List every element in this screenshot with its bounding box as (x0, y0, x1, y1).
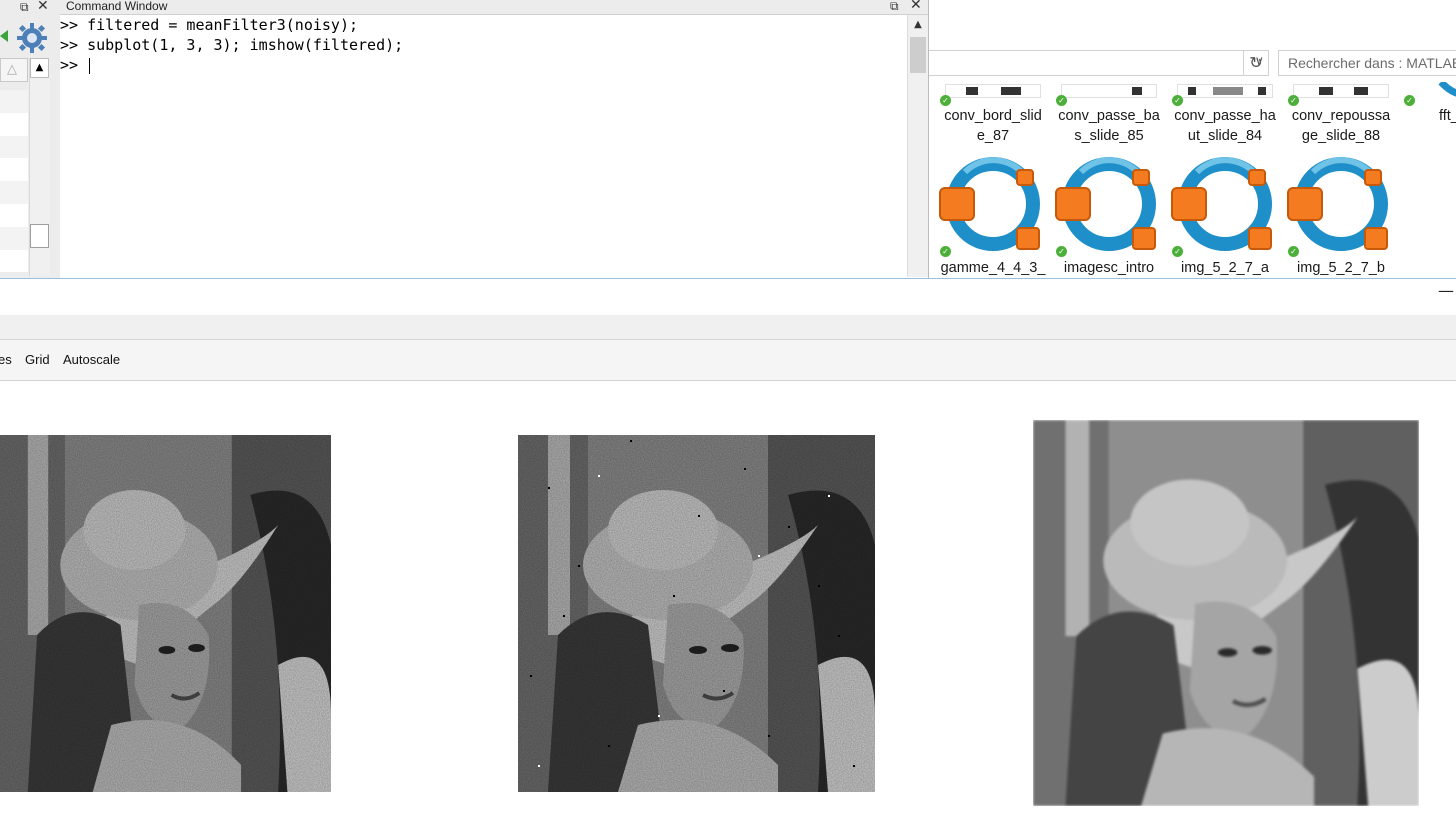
prompt-text: >> (60, 56, 88, 74)
file-thumbnail (1061, 84, 1157, 98)
file-name-line1: conv_passe_ha (1174, 108, 1276, 124)
matlab-file-icon (1287, 157, 1388, 251)
original-image (0, 435, 331, 792)
command-window-title: Command Window (66, 0, 168, 13)
scroll-up-icon[interactable]: ▲ (908, 19, 928, 35)
file-thumbnail (945, 84, 1041, 98)
scroll-up-icon[interactable]: ▲ (30, 58, 49, 78)
autoscale-button[interactable]: Autoscale (63, 352, 120, 367)
undock-icon[interactable]: ⧉ (890, 0, 899, 13)
file-item[interactable]: ✓ fft_4_ (1401, 82, 1456, 126)
command-output[interactable]: >> filtered = meanFilter3(noisy); >> sub… (60, 15, 403, 75)
axes-tab[interactable]: es (0, 352, 12, 367)
file-thumbnail (1293, 84, 1389, 98)
matlab-file-icon (1171, 157, 1272, 251)
check-icon: ✓ (940, 246, 951, 257)
check-icon: ✓ (1056, 246, 1067, 257)
command-scrollbar[interactable]: ▲ (907, 15, 928, 277)
check-icon: ✓ (1172, 246, 1183, 257)
gear-icon[interactable] (16, 22, 48, 54)
file-thumbnail (1177, 84, 1273, 98)
command-line: >> filtered = meanFilter3(noisy); (60, 16, 359, 34)
green-arrow-icon[interactable] (0, 26, 10, 46)
figure-menubar (0, 315, 1456, 340)
refresh-icon[interactable]: ↻ (1243, 50, 1269, 76)
file-name: imagesc_intro (1063, 260, 1155, 276)
check-icon: ✓ (940, 95, 951, 106)
file-name-line1: fft_4_ (1438, 108, 1456, 124)
file-name-line2: ut_slide_84 (1187, 128, 1263, 144)
matlab-file-icon (1438, 82, 1456, 97)
sort-header[interactable]: △ (0, 58, 28, 82)
file-name-line2: s_slide_85 (1074, 128, 1144, 144)
file-item[interactable]: ✓ conv_passe_ha ut_slide_84 (1169, 84, 1281, 146)
grid-button[interactable]: Grid (25, 352, 50, 367)
filtered-image (1033, 420, 1419, 806)
command-line: >> subplot(1, 3, 3); imshow(filtered); (60, 36, 404, 54)
scroll-thumb[interactable] (30, 224, 49, 248)
file-name-line1: conv_passe_ba (1058, 108, 1160, 124)
check-icon: ✓ (1288, 95, 1299, 106)
workspace-rows (0, 90, 28, 273)
file-name-line1: conv_bord_slid (944, 108, 1042, 124)
matlab-file-icon (1055, 157, 1156, 251)
file-item[interactable]: ✓ conv_repoussa ge_slide_88 (1285, 84, 1397, 146)
file-name-line1: conv_repoussa (1291, 108, 1391, 124)
explorer-ribbon (929, 0, 1456, 46)
figure-titlebar: — (0, 279, 1456, 315)
file-name-line2: e_87 (976, 128, 1010, 144)
minimize-button[interactable]: — (1438, 281, 1454, 300)
search-input[interactable]: Rechercher dans : MATLAB (1278, 50, 1456, 76)
file-item[interactable]: ✓ conv_bord_slid e_87 (937, 84, 1049, 146)
text-caret (89, 57, 91, 74)
command-window-titlebar: Command Window ⧉ ✕ (60, 0, 928, 15)
close-icon[interactable]: ✕ (37, 0, 49, 13)
close-icon[interactable]: ✕ (910, 0, 922, 12)
command-prompt-line[interactable]: >> (60, 55, 403, 75)
file-name: img_5_2_7_b (1297, 260, 1385, 276)
undock-icon[interactable]: ⧉ (20, 0, 29, 14)
file-explorer: ∨ ↻ Rechercher dans : MATLAB ✓ conv_bord… (929, 0, 1456, 278)
sort-triangle-icon: △ (7, 62, 17, 77)
figure-canvas[interactable] (0, 381, 1456, 815)
check-icon: ✓ (1056, 95, 1067, 106)
workspace-panel: ⧉ ✕ △ ▲ (0, 0, 61, 278)
matlab-file-icon (939, 157, 1040, 251)
file-name: img_5_2_7_a (1181, 260, 1269, 276)
check-icon: ✓ (1172, 95, 1183, 106)
command-window[interactable]: Command Window ⧉ ✕ >> filtered = meanFil… (60, 0, 929, 278)
scroll-thumb[interactable] (910, 37, 926, 73)
workspace-scrollbar[interactable]: ▲ (29, 58, 50, 276)
file-name: gamme_4_4_3_ (940, 260, 1046, 276)
figure-toolbar: es Grid Autoscale (0, 340, 1456, 381)
check-icon: ✓ (1404, 95, 1415, 106)
file-item[interactable]: ✓ conv_passe_ba s_slide_85 (1053, 84, 1165, 146)
address-bar[interactable]: ∨ (929, 50, 1269, 76)
check-icon: ✓ (1288, 246, 1299, 257)
file-name-line2: ge_slide_88 (1301, 128, 1381, 144)
noisy-image (518, 435, 875, 792)
